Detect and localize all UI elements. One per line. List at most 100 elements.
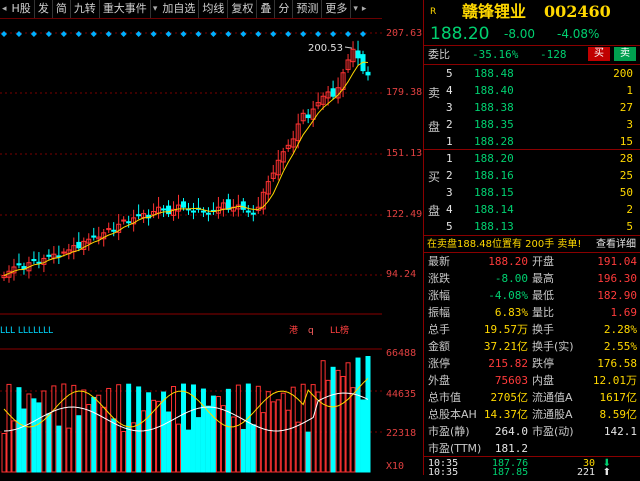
stat-label: 总市值 xyxy=(428,391,461,404)
order-notice-row: 在卖盘188.48位置有 200手 卖单! 查看详细 xyxy=(424,236,640,253)
toolbar-add-watchlist-button[interactable]: 加自选 xyxy=(159,0,200,18)
candle-down xyxy=(365,71,371,76)
stat-label: 最低 xyxy=(532,289,554,302)
event-marker-icon xyxy=(255,31,262,37)
stat-value: 8.59亿 xyxy=(599,408,638,421)
kline-chart[interactable]: 200.53 LLL LLLLLLL 港 q LL榜 xyxy=(0,19,382,475)
candle-down xyxy=(161,208,167,211)
volume-bar-up xyxy=(300,383,306,473)
buy-price: 188.20 xyxy=(474,152,514,165)
price-row: 188.20 -8.00 -4.08% xyxy=(424,24,640,44)
order-notice-detail-link[interactable]: 查看详细 xyxy=(596,236,636,253)
stat-label: 市盈(动) xyxy=(532,425,574,438)
stat-value: 6.83% xyxy=(494,306,528,319)
volume-bar-up xyxy=(310,384,316,473)
toolbar-overlay-button[interactable]: 叠 xyxy=(257,0,276,18)
stat-value: 215.82 xyxy=(488,357,528,370)
toolbar-dropdown-icon[interactable]: ▾ xyxy=(151,4,160,14)
sell-price: 188.35 xyxy=(474,118,514,131)
buy-row[interactable]: 3 188.15 50 xyxy=(424,184,640,201)
volume-bar-up xyxy=(285,409,291,473)
candle-down xyxy=(91,235,97,238)
candle-down xyxy=(31,259,37,262)
volume-bar-down xyxy=(185,429,191,473)
kline-chart-canvas[interactable]: 200.53 LLL LLLLLLL 港 q LL榜 xyxy=(0,19,382,475)
tick-volume: 221 xyxy=(576,467,595,478)
stat-value: 196.30 xyxy=(597,272,637,285)
event-marker-icon xyxy=(120,31,127,37)
volume-bar-down xyxy=(126,383,132,473)
buy-level: 1 xyxy=(446,152,453,165)
buy-button[interactable]: 买 xyxy=(588,47,610,61)
stat-label: 金额 xyxy=(428,340,450,353)
toolbar-more-button[interactable]: 更多 xyxy=(322,0,352,18)
stock-name: 赣锋锂业 xyxy=(462,2,527,21)
volume-bar-down xyxy=(240,428,246,473)
event-marker-icon xyxy=(1,31,7,37)
stat-value: 176.58 xyxy=(597,357,637,370)
event-markers: LLL LLLLLLL xyxy=(0,326,53,336)
volume-bar-down xyxy=(56,425,62,473)
volume-bar-up xyxy=(176,423,182,473)
stat-label: 市盈(静) xyxy=(428,425,470,438)
volume-bar-up xyxy=(255,385,261,473)
sell-button[interactable]: 卖 xyxy=(614,47,636,61)
stat-label: 最高 xyxy=(532,272,554,285)
toolbar-split-button[interactable]: 分 xyxy=(275,0,294,18)
toolbar-jian-button[interactable]: 简 xyxy=(53,0,71,18)
sell-row[interactable]: 4 188.40 1 xyxy=(424,82,640,99)
sell-volume: 3 xyxy=(626,118,633,131)
stat-label: 外盘 xyxy=(428,374,450,387)
stat-value: 19.57万 xyxy=(483,323,528,336)
sell-row[interactable]: 2 188.35 3 xyxy=(424,116,640,133)
volume-bar-down xyxy=(136,386,142,473)
sell-row[interactable]: 5 188.48 200 xyxy=(424,65,640,82)
tick-price: 187.85 xyxy=(492,467,529,478)
sell-price: 188.38 xyxy=(474,101,514,114)
toolbar-nine-turn-button[interactable]: 九转 xyxy=(71,0,100,18)
volume-bar-up xyxy=(235,384,241,473)
buy-row[interactable]: 2 188.16 25 xyxy=(424,167,640,184)
volume-bar-down xyxy=(195,417,201,473)
buy-row[interactable]: 1 188.20 28 xyxy=(424,150,640,167)
toolbar-h-share-button[interactable]: H股 xyxy=(9,0,35,18)
event-marker-icon xyxy=(240,31,247,37)
volume-axis-label: 44635 xyxy=(386,389,417,400)
toolbar-expand-icon[interactable]: ▸ xyxy=(360,4,369,14)
sell-row[interactable]: 1 188.28 15 xyxy=(424,133,640,150)
volume-bar-up xyxy=(350,387,356,473)
sell-row[interactable]: 3 188.38 27 xyxy=(424,99,640,116)
candle-down xyxy=(250,212,256,215)
volume-bar-down xyxy=(365,356,371,473)
volume-bar-down xyxy=(111,418,117,473)
stat-label: 最新 xyxy=(428,255,450,268)
high-pointer xyxy=(344,46,353,49)
stat-row: 振幅 6.83% 量比 1.69 xyxy=(424,304,640,321)
stat-label: 跌停 xyxy=(532,357,554,370)
candle-down xyxy=(46,254,52,257)
tick-row: 10:35 187.85 221 ⬆ xyxy=(424,465,640,481)
stat-label: 市盈(TTM) xyxy=(428,442,482,455)
volume-bar-up xyxy=(275,399,281,473)
volume-bar-up xyxy=(71,384,77,473)
toolbar-more-dropdown-icon[interactable]: ▾ xyxy=(351,4,360,14)
volume-bar-down xyxy=(16,387,22,473)
sell-level: 2 xyxy=(446,118,453,131)
volume-bar-up xyxy=(106,387,112,473)
stat-value: 75603 xyxy=(494,374,528,387)
volume-bar-up xyxy=(260,412,266,473)
buy-row[interactable]: 5 188.13 5 xyxy=(424,218,640,235)
sell-level: 4 xyxy=(446,84,453,97)
toolbar-adjust-button[interactable]: 复权 xyxy=(228,0,258,18)
toolbar-fa-button[interactable]: 发 xyxy=(35,0,53,18)
toolbar-scroll-left-icon[interactable]: ◂ xyxy=(0,4,9,14)
sell-volume: 27 xyxy=(619,101,633,114)
volume-axis-label: 66488 xyxy=(386,348,417,359)
stat-value: 2.28% xyxy=(603,323,637,336)
stat-label: 涨幅 xyxy=(428,289,450,302)
volume-bar-up xyxy=(51,385,57,473)
toolbar-major-events-button[interactable]: 重大事件 xyxy=(100,0,151,18)
toolbar-forecast-button[interactable]: 预测 xyxy=(293,0,323,18)
toolbar-moving-average-button[interactable]: 均线 xyxy=(199,0,229,18)
buy-row[interactable]: 4 188.14 2 xyxy=(424,201,640,218)
